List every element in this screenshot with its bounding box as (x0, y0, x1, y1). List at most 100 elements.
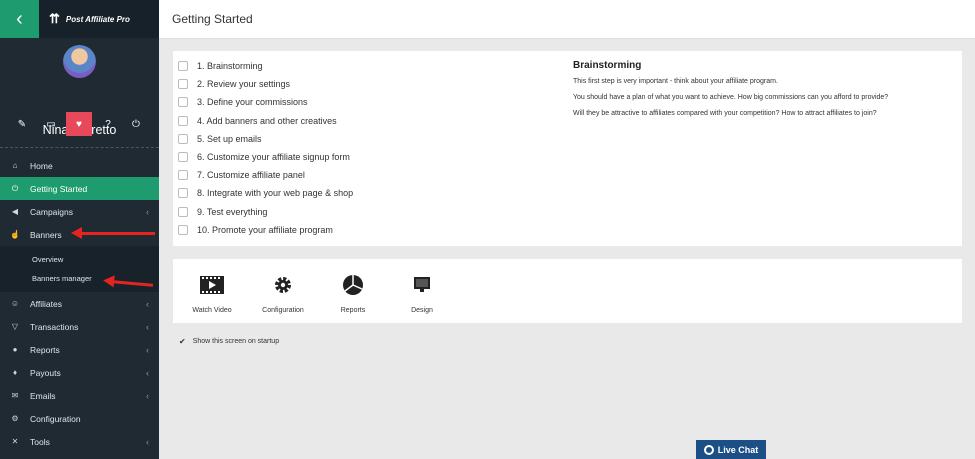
configuration-button[interactable]: Configuration (253, 275, 313, 314)
sidebar-item-label: Campaigns (30, 206, 73, 217)
main-content: Getting Started 1. Brainstorming 2. Revi… (159, 0, 975, 459)
chevron-left-icon: ‹ (146, 321, 149, 332)
reports-label: Reports (340, 307, 366, 314)
back-button[interactable]: ‹ (0, 0, 39, 38)
checkbox[interactable] (178, 224, 188, 235)
pie-chart-icon: ● (12, 345, 18, 354)
megaphone-icon: ◀ (11, 207, 19, 216)
gear-icon (271, 275, 295, 295)
sidebar-item-label: Tools (30, 436, 50, 447)
checklist-item[interactable]: 1. Brainstorming (178, 57, 353, 75)
checkbox[interactable] (178, 152, 188, 163)
checkbox[interactable] (178, 206, 188, 217)
checklist-item[interactable]: 5. Set up emails (178, 130, 353, 148)
chevron-left-icon: ‹ (146, 390, 149, 401)
sidebar-item-label: Configuration (30, 413, 81, 424)
checklist-item-label: 5. Set up emails (197, 133, 262, 144)
checklist-item[interactable]: 10. Promote your affiliate program (178, 221, 353, 239)
checklist-item[interactable]: 6. Customize your affiliate signup form (178, 148, 353, 166)
sidebar-nav: ⌂ Home ⏻ Getting Started ◀ Campaigns ‹ ☝… (0, 154, 159, 453)
sidebar-item-payouts[interactable]: ♦ Payouts ‹ (0, 361, 159, 384)
money-bag-icon: ♦ (12, 368, 18, 377)
annotation-arrow-banners (71, 227, 155, 239)
checkbox[interactable] (178, 115, 188, 126)
sidebar-item-configuration[interactable]: ⚙ Configuration (0, 407, 159, 430)
sidebar-item-label: Affiliates (30, 298, 62, 309)
sidebar-item-home[interactable]: ⌂ Home (0, 154, 159, 177)
pencil-icon[interactable]: ✎ (9, 112, 35, 136)
checklist-item[interactable]: 4. Add banners and other creatives (178, 112, 353, 130)
step-detail-title: Brainstorming (573, 60, 642, 71)
envelope-icon: ✉ (11, 391, 19, 400)
configuration-label: Configuration (262, 307, 304, 314)
checklist-item[interactable]: 2. Review your settings (178, 75, 353, 93)
checkmark-icon: ✔ (179, 337, 186, 346)
sidebar-item-getting-started[interactable]: ⏻ Getting Started (0, 177, 159, 200)
sidebar-top: ‹ ⇈ Post Affiliate Pro (0, 0, 159, 38)
chevron-left-icon: ‹ (16, 7, 23, 30)
checklist-item-label: 10. Promote your affiliate program (197, 224, 333, 235)
sidebar-item-emails[interactable]: ✉ Emails ‹ (0, 384, 159, 407)
step-detail-text: This first step is very important - thin… (573, 78, 778, 85)
checkbox[interactable] (178, 61, 188, 72)
chevron-left-icon: ‹ (146, 206, 149, 217)
page-header: Getting Started (159, 0, 975, 39)
sidebar-item-affiliates[interactable]: ☺ Affiliates ‹ (0, 292, 159, 315)
monitor-icon[interactable]: ▭ (38, 112, 64, 136)
chevron-left-icon: ‹ (146, 436, 149, 447)
cart-icon: ▽ (11, 322, 19, 331)
step-detail-text: You should have a plan of what you want … (573, 94, 889, 101)
wrench-icon: ✕ (11, 437, 19, 446)
checkbox[interactable] (178, 133, 188, 144)
chevron-left-icon: ‹ (146, 367, 149, 378)
sidebar-item-label: Transactions (30, 321, 79, 332)
power-icon[interactable]: ⏻ (123, 112, 149, 136)
checklist: 1. Brainstorming 2. Review your settings… (178, 57, 353, 239)
getting-started-panel: 1. Brainstorming 2. Review your settings… (173, 51, 962, 246)
checkbox[interactable] (178, 79, 188, 90)
sidebar-item-campaigns[interactable]: ◀ Campaigns ‹ (0, 200, 159, 223)
design-button[interactable]: Design (392, 275, 452, 314)
checklist-item-label: 6. Customize your affiliate signup form (197, 152, 350, 163)
reports-button[interactable]: Reports (323, 275, 383, 314)
chevron-left-icon: ‹ (146, 344, 149, 355)
page-title: Getting Started (172, 12, 253, 26)
checklist-item-label: 7. Customize affiliate panel (197, 170, 305, 181)
checklist-item[interactable]: 8. Integrate with your web page & shop (178, 184, 353, 202)
submenu-item-overview[interactable]: Overview (0, 250, 159, 269)
chevron-left-icon: ‹ (146, 298, 149, 309)
pie-chart-icon (341, 275, 365, 295)
home-icon: ⌂ (12, 161, 18, 170)
checklist-item[interactable]: 3. Define your commissions (178, 93, 353, 111)
sidebar-item-label: Emails (30, 390, 56, 401)
checkbox[interactable] (178, 188, 188, 199)
sidebar-item-label: Reports (30, 344, 60, 355)
checklist-item-label: 3. Define your commissions (197, 97, 308, 108)
checklist-item-label: 4. Add banners and other creatives (197, 115, 337, 126)
sidebar-item-label: Payouts (30, 367, 61, 378)
monitor-icon (410, 275, 434, 295)
sidebar-item-tools[interactable]: ✕ Tools ‹ (0, 430, 159, 453)
profile-actions: ✎ ▭ ♥ ? ⏻ (0, 112, 159, 136)
sidebar-item-transactions[interactable]: ▽ Transactions ‹ (0, 315, 159, 338)
checkbox[interactable] (178, 97, 188, 108)
checklist-item[interactable]: 9. Test everything (178, 203, 353, 221)
checklist-item-label: 9. Test everything (197, 206, 268, 217)
live-chat-button[interactable]: Live Chat (696, 440, 766, 459)
live-chat-label: Live Chat (717, 444, 759, 455)
avatar[interactable] (63, 45, 96, 78)
brand-logo-icon: ⇈ (49, 11, 60, 26)
help-icon[interactable]: ? (95, 112, 121, 136)
watch-video-label: Watch Video (192, 307, 232, 314)
startup-checkbox[interactable]: ✔ Show this screen on startup (179, 337, 279, 346)
checklist-item[interactable]: 7. Customize affiliate panel (178, 166, 353, 184)
sidebar-item-reports[interactable]: ● Reports ‹ (0, 338, 159, 361)
checklist-item-label: 1. Brainstorming (197, 61, 263, 72)
heart-icon[interactable]: ♥ (66, 112, 92, 136)
sidebar-item-label: Banners (30, 229, 62, 240)
gear-icon: ⚙ (11, 414, 19, 423)
step-detail-text: Will they be attractive to affiliates co… (573, 110, 877, 117)
watch-video-button[interactable]: Watch Video (182, 275, 242, 314)
checkbox[interactable] (178, 170, 188, 181)
users-icon: ☺ (10, 299, 20, 308)
